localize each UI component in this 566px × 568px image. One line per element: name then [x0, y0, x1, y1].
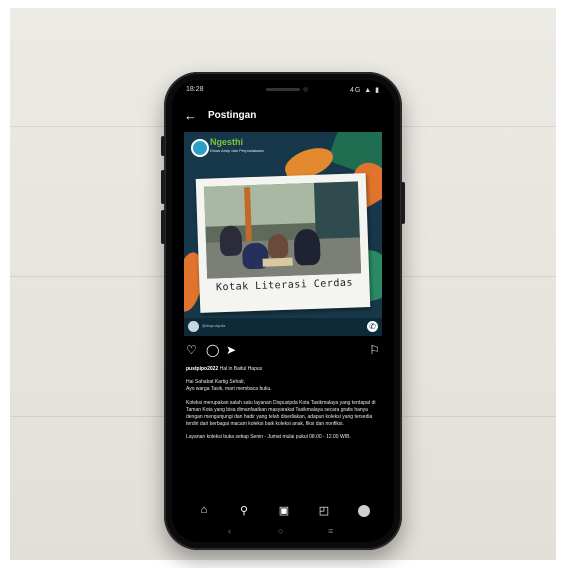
status-time: 18:28: [186, 86, 204, 93]
search-icon[interactable]: ⚲: [236, 504, 252, 517]
caption-paragraph: Koleksi merupakan salah satu layanan Dis…: [186, 399, 376, 428]
post-actions: ♡ ◯ ➤ ⚐: [186, 344, 380, 358]
photo-books: [262, 257, 293, 267]
photo-person: [293, 228, 321, 266]
shop-icon[interactable]: ◰: [316, 504, 332, 517]
phone-icon: ✆: [367, 321, 378, 332]
caption-paragraph: Layanan koleksi buka setiap Senin - Juma…: [186, 434, 351, 441]
logo-text: Ngesthi: [210, 137, 244, 147]
caption-paragraph: Hai Sahabat Kartig Sehati, Ayo warga Tas…: [186, 379, 272, 393]
save-icon[interactable]: ⚐: [369, 344, 380, 356]
footer-handle: @dispusipda: [202, 323, 226, 328]
phone-side-button: [161, 170, 165, 204]
status-bar: 18:28 4G ▲ ▮: [186, 86, 380, 96]
polaroid-frame: Kotak Literasi Cerdas: [195, 173, 371, 313]
system-recent-button[interactable]: ≡: [328, 526, 333, 536]
phone-frame: 18:28 4G ▲ ▮ ← Postingan Ngesthi Dinas A…: [161, 72, 405, 550]
phone-screen: 18:28 4G ▲ ▮ ← Postingan Ngesthi Dinas A…: [172, 80, 394, 542]
logo-subtitle: Dinas Arsip dan Perpustakaan: [210, 148, 264, 153]
like-icon[interactable]: ♡: [186, 344, 197, 356]
system-home-button[interactable]: ○: [278, 526, 283, 536]
bottom-nav: ⌂ ⚲ ▣ ◰: [172, 502, 394, 522]
comment-icon[interactable]: ◯: [206, 344, 219, 356]
phone-side-button: [161, 136, 165, 156]
home-icon[interactable]: ⌂: [196, 504, 212, 516]
back-arrow-icon[interactable]: ←: [184, 108, 197, 123]
post-username-suffix: Hal in Baitul Hapus: [219, 366, 263, 372]
profile-avatar[interactable]: [358, 505, 370, 517]
footer-logo-icon: [188, 321, 199, 332]
post-username[interactable]: pustpipo2022: [186, 366, 218, 372]
phone-side-button: [161, 210, 165, 244]
share-icon[interactable]: ➤: [226, 344, 236, 356]
photo: [203, 181, 362, 279]
top-bar: ← Postingan: [172, 106, 394, 128]
system-back-button[interactable]: ‹: [228, 526, 231, 536]
system-nav: ‹ ○ ≡: [172, 526, 394, 538]
photo-caption: Kotak Literasi Cerdas: [215, 277, 354, 294]
post-image[interactable]: Ngesthi Dinas Arsip dan Perpustakaan Kot…: [184, 132, 382, 336]
page-title: Postingan: [208, 110, 257, 121]
post-caption: pustpipo2022 Hal in Baitul Hapus Hai Sah…: [186, 366, 382, 448]
reels-icon[interactable]: ▣: [276, 504, 292, 517]
phone-power-button: [401, 182, 405, 224]
status-indicators: 4G ▲ ▮: [349, 87, 380, 94]
image-footer: @dispusipda ✆: [184, 318, 382, 336]
photo-person: [267, 233, 289, 259]
logo-icon: [191, 139, 209, 157]
caption-header: pustpipo2022 Hal in Baitul Hapus: [186, 366, 382, 373]
photo-person: [219, 225, 243, 257]
